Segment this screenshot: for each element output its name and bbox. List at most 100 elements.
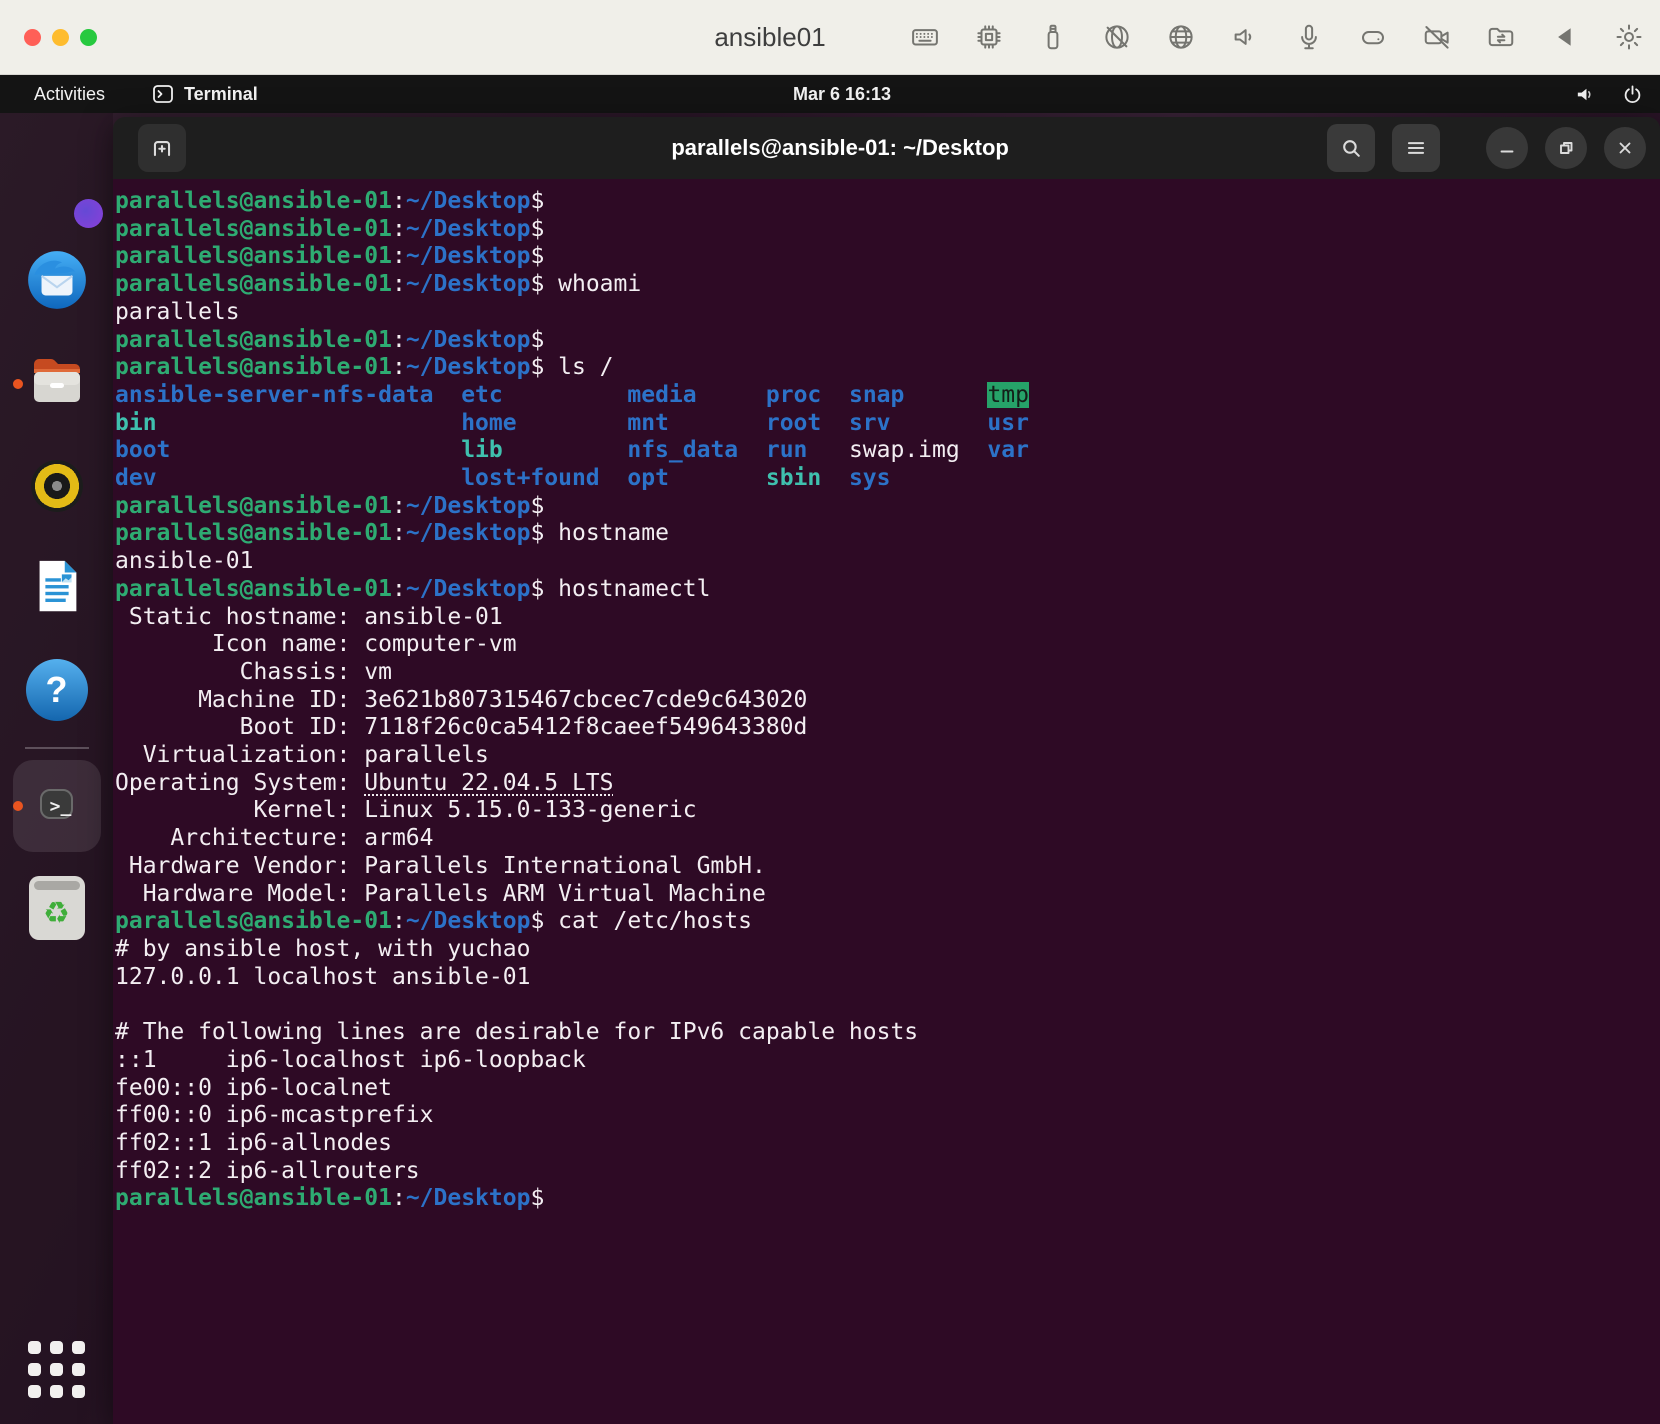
terminal-line: [115, 991, 1660, 1019]
running-indicator: [13, 801, 23, 811]
menu-button[interactable]: [1392, 124, 1440, 172]
terminal-headerbar[interactable]: parallels@ansible-01: ~/Desktop: [113, 117, 1660, 179]
terminal-title: parallels@ansible-01: ~/Desktop: [671, 135, 1009, 161]
settings-icon[interactable]: [1613, 22, 1644, 53]
dock-item-terminal[interactable]: >_: [11, 773, 103, 839]
terminal-line: Operating System: Ubuntu 22.04.5 LTS: [115, 770, 1660, 798]
terminal-line: Icon name: computer-vm: [115, 631, 1660, 659]
show-apps-dot: [50, 1363, 63, 1376]
terminal-line: parallels@ansible-01:~/Desktop$: [115, 243, 1660, 271]
terminal-line: Hardware Vendor: Parallels International…: [115, 853, 1660, 881]
terminal-line: fe00::0 ip6-localnet: [115, 1075, 1660, 1103]
terminal-line: parallels: [115, 299, 1660, 327]
dock-item-rhythmbox[interactable]: [11, 453, 103, 519]
terminal-line: Boot ID: 7118f26c0ca5412f8caeef549643380…: [115, 714, 1660, 742]
terminal-line: bin home mnt root srv usr: [115, 410, 1660, 438]
keyboard-icon[interactable]: [909, 22, 940, 53]
system-status-area[interactable]: [1574, 83, 1644, 106]
volume-icon: [1574, 83, 1597, 106]
terminal-line: parallels@ansible-01:~/Desktop$: [115, 188, 1660, 216]
vm-status-icons: [909, 22, 1644, 53]
host-menubar: ansible01: [0, 0, 1660, 75]
terminal-line: parallels@ansible-01:~/Desktop$: [115, 327, 1660, 355]
terminal-line: Virtualization: parallels: [115, 742, 1660, 770]
screen: ansible01 Activities Terminal Mar 6 16:1…: [0, 0, 1660, 1424]
terminal-line: Architecture: arm64: [115, 825, 1660, 853]
dock: ? >_ ♻: [0, 113, 113, 1424]
show-apps-dot: [28, 1363, 41, 1376]
dock-item-help[interactable]: ?: [11, 657, 103, 723]
hard-disk-icon[interactable]: [1357, 22, 1388, 53]
close-button[interactable]: [1604, 127, 1646, 169]
terminal-line: parallels@ansible-01:~/Desktop$ ls /: [115, 354, 1660, 382]
clock[interactable]: Mar 6 16:13: [793, 84, 891, 105]
terminal-line: Chassis: vm: [115, 659, 1660, 687]
dock-item-firefox[interactable]: [11, 147, 103, 213]
terminal-line: Static hostname: ansible-01: [115, 604, 1660, 632]
terminal-line: parallels@ansible-01:~/Desktop$: [115, 1185, 1660, 1213]
gnome-topbar: Activities Terminal Mar 6 16:13: [0, 75, 1660, 113]
minimize-button[interactable]: [1486, 127, 1528, 169]
terminal-line: # The following lines are desirable for …: [115, 1019, 1660, 1047]
terminal-line: ansible-server-nfs-data etc media proc s…: [115, 382, 1660, 410]
show-apps-dot: [50, 1341, 63, 1354]
globe-icon[interactable]: [1165, 22, 1196, 53]
terminal-app-icon: [151, 82, 175, 106]
terminal-line: ::1 ip6-localhost ip6-loopback: [115, 1047, 1660, 1075]
microphone-icon[interactable]: [1293, 22, 1324, 53]
show-applications-button[interactable]: [28, 1341, 85, 1398]
show-apps-dot: [72, 1385, 85, 1398]
volume-icon[interactable]: [1229, 22, 1260, 53]
show-apps-dot: [50, 1385, 63, 1398]
terminal-line: boot lib nfs_data run swap.img var: [115, 437, 1660, 465]
terminal-output: parallels@ansible-01:~/Desktop$parallels…: [115, 188, 1660, 1213]
activities-button[interactable]: Activities: [26, 82, 113, 107]
close-traffic-light-icon[interactable]: [24, 29, 41, 46]
search-button[interactable]: [1327, 124, 1375, 172]
show-apps-dot: [28, 1385, 41, 1398]
terminal-screen[interactable]: parallels@ansible-01:~/Desktop$parallels…: [113, 179, 1660, 1424]
terminal-line: parallels@ansible-01:~/Desktop$: [115, 216, 1660, 244]
terminal-icon: >_: [40, 796, 74, 817]
app-menu-label: Terminal: [184, 84, 258, 105]
terminal-line: dev lost+found opt sbin sys: [115, 465, 1660, 493]
new-tab-button[interactable]: [138, 124, 186, 172]
play-icon[interactable]: [1549, 22, 1580, 53]
terminal-line: Kernel: Linux 5.15.0-133-generic: [115, 797, 1660, 825]
terminal-line: # by ansible host, with yuchao: [115, 936, 1660, 964]
files-icon: [25, 350, 89, 419]
terminal-line: parallels@ansible-01:~/Desktop$ hostname…: [115, 576, 1660, 604]
thunderbird-icon: [24, 247, 90, 318]
processor-icon[interactable]: [973, 22, 1004, 53]
dock-separator: [25, 747, 89, 749]
shared-folder-icon[interactable]: [1485, 22, 1516, 53]
terminal-line: ff00::0 ip6-mcastprefix: [115, 1102, 1660, 1130]
restore-button[interactable]: [1545, 127, 1587, 169]
dock-item-libreoffice-writer[interactable]: [11, 555, 103, 621]
dock-item-trash[interactable]: ♻: [11, 875, 103, 941]
terminal-line: parallels@ansible-01:~/Desktop$ whoami: [115, 271, 1660, 299]
desktop: ? >_ ♻ parallels@ansible-01: ~/Desktop: [0, 113, 1660, 1424]
camera-off-icon[interactable]: [1421, 22, 1452, 53]
traffic-lights: [0, 29, 97, 46]
terminal-line: parallels@ansible-01:~/Desktop$ cat /etc…: [115, 908, 1660, 936]
terminal-line: ff02::1 ip6-allnodes: [115, 1130, 1660, 1158]
zoom-traffic-light-icon[interactable]: [80, 29, 97, 46]
show-apps-dot: [28, 1341, 41, 1354]
show-apps-dot: [72, 1363, 85, 1376]
terminal-line: parallels@ansible-01:~/Desktop$: [115, 493, 1660, 521]
help-icon: ?: [26, 659, 88, 721]
network-off-icon[interactable]: [1101, 22, 1132, 53]
power-icon: [1621, 83, 1644, 106]
terminal-line: Hardware Model: Parallels ARM Virtual Ma…: [115, 881, 1660, 909]
terminal-line: Machine ID: 3e621b807315467cbcec7cde9c64…: [115, 687, 1660, 715]
usb-icon[interactable]: [1037, 22, 1068, 53]
minimize-traffic-light-icon[interactable]: [52, 29, 69, 46]
terminal-line: 127.0.0.1 localhost ansible-01: [115, 964, 1660, 992]
dock-item-thunderbird[interactable]: [11, 249, 103, 315]
dock-item-files[interactable]: [11, 351, 103, 417]
app-menu-button[interactable]: Terminal: [151, 82, 258, 106]
libreoffice-writer-icon: [26, 555, 88, 622]
trash-icon: ♻: [29, 876, 85, 940]
terminal-window: parallels@ansible-01: ~/Desktop: [113, 117, 1660, 1424]
